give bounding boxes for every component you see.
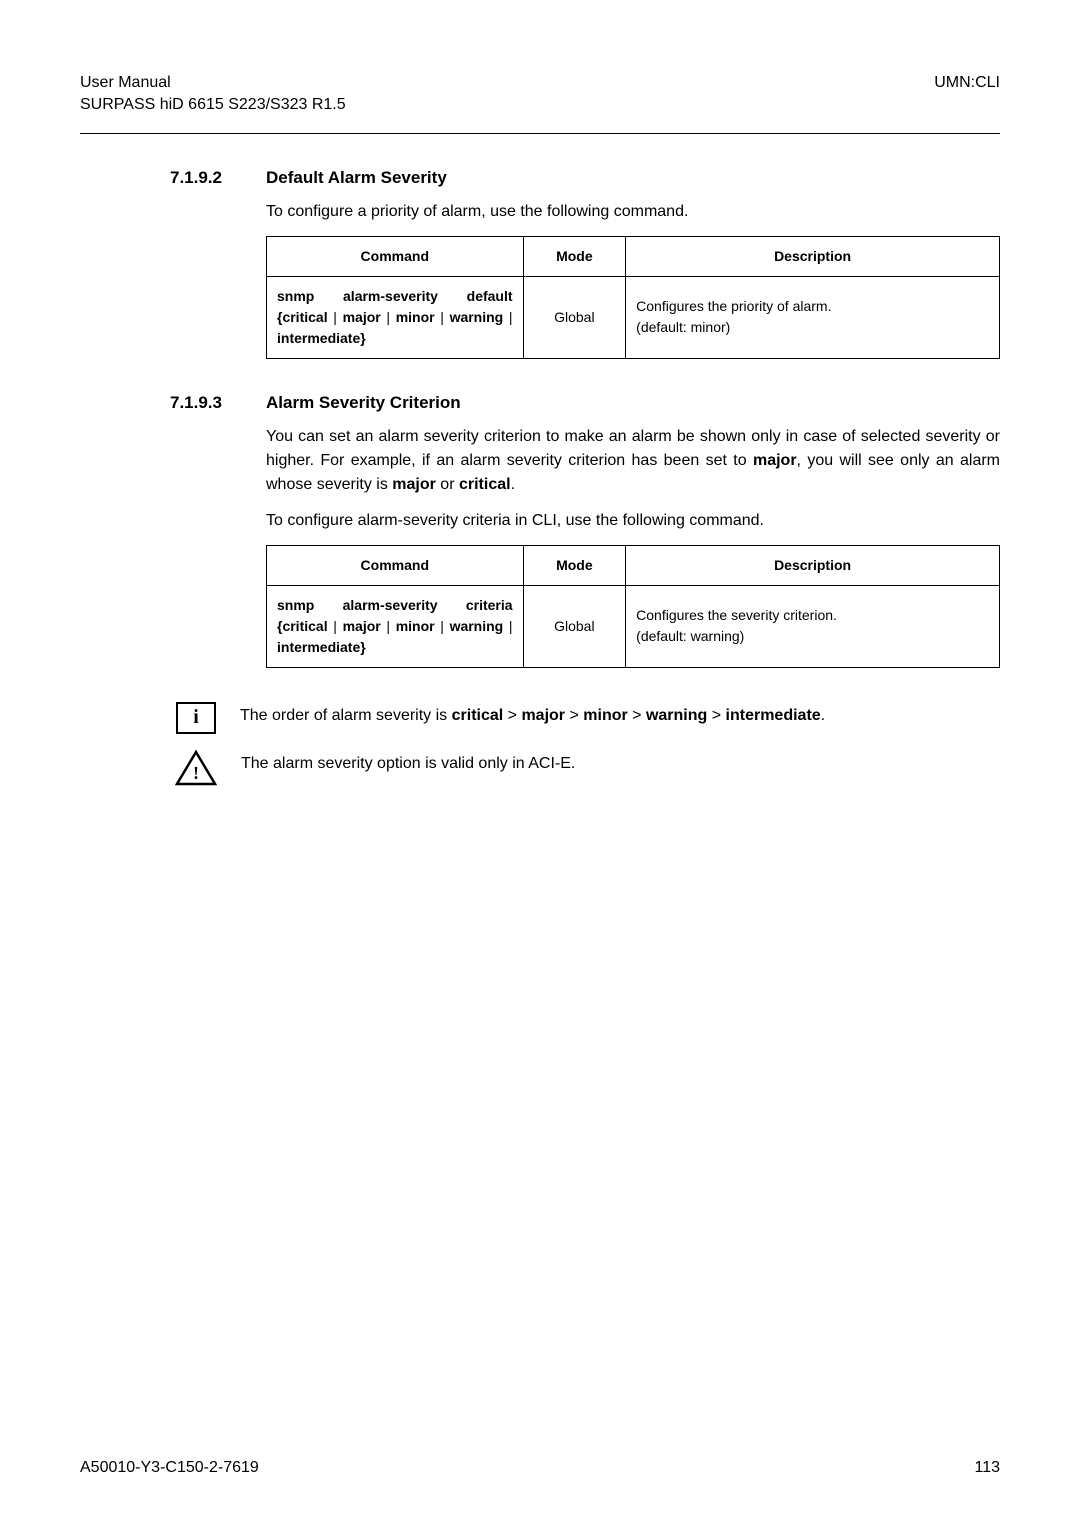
- footer-docid: A50010-Y3-C150-2-7619: [80, 1459, 259, 1477]
- info-note: i The order of alarm severity is critica…: [170, 702, 1000, 734]
- header-left: User Manual SURPASS hiD 6615 S223/S323 R…: [80, 72, 346, 117]
- mode-cell: Global: [523, 585, 626, 667]
- section-heading: 7.1.9.3 Alarm Severity Criterion: [170, 393, 1000, 413]
- desc-line: Configures the severity criterion.: [636, 605, 989, 626]
- note-text-part: The order of alarm severity is: [240, 707, 452, 724]
- table-row: snmp alarm-severity default {critical | …: [267, 276, 1000, 358]
- section-number: 7.1.9.2: [170, 168, 242, 188]
- note-text-part: >: [565, 707, 583, 724]
- intro-paragraph: To configure a priority of alarm, use th…: [266, 200, 1000, 224]
- th-command: Command: [267, 545, 524, 585]
- bold-term: warning: [646, 707, 707, 724]
- section-body: To configure a priority of alarm, use th…: [266, 200, 1000, 359]
- info-text: The order of alarm severity is critical …: [240, 702, 1000, 728]
- header-right: UMN:CLI: [934, 72, 1000, 117]
- table-row: snmp alarm-severity criteria {critical |…: [267, 585, 1000, 667]
- cmd-sep: |: [435, 618, 450, 634]
- cmd-sep: |: [503, 618, 512, 634]
- cmd-text: minor: [396, 309, 435, 325]
- warning-glyph: !: [193, 763, 199, 783]
- description-cell: Configures the priority of alarm. (defau…: [626, 276, 1000, 358]
- cmd-text: intermediate}: [277, 330, 366, 346]
- footer-pagenum: 113: [974, 1459, 1000, 1477]
- note-text-part: >: [628, 707, 646, 724]
- desc-line: Configures the priority of alarm.: [636, 296, 989, 317]
- bold-term: major: [392, 476, 436, 493]
- section-heading: 7.1.9.2 Default Alarm Severity: [170, 168, 1000, 188]
- warning-icon: !: [175, 750, 217, 786]
- notes-area: i The order of alarm severity is critica…: [170, 702, 1000, 786]
- bold-term: minor: [583, 707, 627, 724]
- th-description: Description: [626, 236, 1000, 276]
- cmd-text: warning: [450, 309, 504, 325]
- page-footer: A50010-Y3-C150-2-7619 113: [80, 1459, 1000, 1477]
- th-mode: Mode: [523, 545, 626, 585]
- cmd-text: warning: [450, 618, 504, 634]
- note-text-part: .: [821, 707, 825, 724]
- warning-text: The alarm severity option is valid only …: [241, 750, 1000, 776]
- desc-line: (default: warning): [636, 626, 989, 647]
- bold-term: critical: [459, 476, 511, 493]
- bold-term: critical: [452, 707, 504, 724]
- section-default-alarm-severity: 7.1.9.2 Default Alarm Severity To config…: [170, 168, 1000, 359]
- th-description: Description: [626, 545, 1000, 585]
- para-text: .: [511, 476, 515, 493]
- cmd-sep: |: [381, 309, 396, 325]
- bold-term: intermediate: [726, 707, 821, 724]
- info-icon: i: [176, 702, 216, 734]
- warning-note: ! The alarm severity option is valid onl…: [170, 750, 1000, 786]
- command-table: Command Mode Description snmp alarm-seve…: [266, 236, 1000, 359]
- cmd-text: major: [343, 618, 381, 634]
- body-paragraph: To configure alarm-severity criteria in …: [266, 509, 1000, 533]
- section-body: You can set an alarm severity criterion …: [266, 425, 1000, 668]
- cmd-sep: |: [435, 309, 450, 325]
- cmd-sep: |: [503, 309, 512, 325]
- para-text: or: [436, 476, 459, 493]
- section-title: Default Alarm Severity: [266, 168, 447, 188]
- doc-type: User Manual: [80, 72, 346, 94]
- cmd-text: minor: [396, 618, 435, 634]
- table-header-row: Command Mode Description: [267, 545, 1000, 585]
- cmd-sep: |: [328, 618, 343, 634]
- command-cell: snmp alarm-severity criteria {critical |…: [267, 585, 524, 667]
- th-mode: Mode: [523, 236, 626, 276]
- section-alarm-severity-criterion: 7.1.9.3 Alarm Severity Criterion You can…: [170, 393, 1000, 668]
- cmd-text: major: [343, 309, 381, 325]
- command-cell: snmp alarm-severity default {critical | …: [267, 276, 524, 358]
- section-title: Alarm Severity Criterion: [266, 393, 461, 413]
- product-line: SURPASS hiD 6615 S223/S323 R1.5: [80, 94, 346, 116]
- cmd-text: intermediate}: [277, 639, 366, 655]
- cmd-sep: |: [381, 618, 396, 634]
- mode-cell: Global: [523, 276, 626, 358]
- description-cell: Configures the severity criterion. (defa…: [626, 585, 1000, 667]
- page-header: User Manual SURPASS hiD 6615 S223/S323 R…: [80, 72, 1000, 134]
- cmd-sep: |: [328, 309, 343, 325]
- section-number: 7.1.9.3: [170, 393, 242, 413]
- note-text-part: >: [503, 707, 521, 724]
- th-command: Command: [267, 236, 524, 276]
- table-header-row: Command Mode Description: [267, 236, 1000, 276]
- body-paragraph: You can set an alarm severity criterion …: [266, 425, 1000, 497]
- command-table: Command Mode Description snmp alarm-seve…: [266, 545, 1000, 668]
- note-text-part: >: [707, 707, 725, 724]
- desc-line: (default: minor): [636, 317, 989, 338]
- bold-term: major: [521, 707, 565, 724]
- bold-term: major: [753, 452, 797, 469]
